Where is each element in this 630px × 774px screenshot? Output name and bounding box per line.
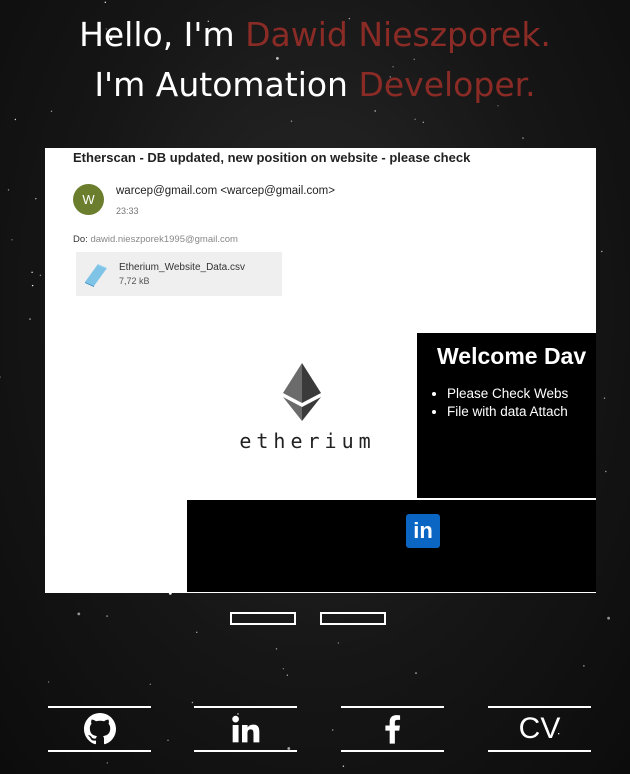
carousel-indicator-1[interactable]: [230, 612, 296, 625]
csv-file-icon: [85, 264, 107, 287]
star: [374, 110, 376, 112]
welcome-title: Welcome Dav: [437, 343, 587, 369]
star: [290, 120, 293, 122]
carousel-indicator-2[interactable]: [320, 612, 386, 625]
etherium-logo-text: etherium: [239, 429, 376, 453]
star: [275, 648, 278, 650]
star: [342, 765, 345, 767]
ethereum-logo-icon: [283, 363, 321, 421]
recipient-address: dawid.nieszporek1995@gmail.com: [90, 234, 238, 245]
email-time: 23:33: [116, 206, 139, 216]
linkedin-button[interactable]: [194, 706, 297, 752]
star: [282, 668, 285, 670]
cv-label: CV: [518, 712, 561, 745]
star: [50, 110, 53, 113]
star: [31, 271, 33, 273]
star: [39, 274, 42, 276]
star: [601, 250, 603, 253]
hero-heading: Hello, I'm Dawid Nieszporek. I'm Automat…: [0, 10, 630, 110]
hero-role: Developer.: [358, 65, 536, 104]
carousel-slide[interactable]: Etherscan - DB updated, new position on …: [45, 148, 596, 593]
welcome-list: Please Check Webs File with data Attach: [429, 385, 568, 421]
star: [332, 729, 334, 731]
star: [106, 762, 109, 764]
star: [0, 376, 1, 378]
star: [337, 642, 340, 644]
attachment-size: 7,72 kB: [119, 276, 150, 286]
star: [167, 739, 169, 741]
star: [14, 118, 17, 121]
star: [607, 616, 610, 620]
linkedin-banner: in: [187, 500, 596, 592]
hero-name: Dawid Nieszporek.: [245, 15, 551, 54]
star: [415, 672, 417, 674]
hero-greeting-text: Hello, I'm: [79, 15, 246, 54]
hero-line-greeting: Hello, I'm Dawid Nieszporek.: [0, 10, 630, 60]
recipient-label: Do:: [73, 234, 88, 245]
attachment-filename: Etherium_Website_Data.csv: [119, 262, 245, 273]
welcome-list-item: File with data Attach: [447, 403, 568, 421]
star: [286, 674, 289, 676]
star: [422, 121, 424, 124]
star: [104, 1, 107, 3]
email-attachment: Etherium_Website_Data.csv 7,72 kB: [76, 252, 282, 296]
hero-role-prefix: I'm Automation: [94, 65, 359, 104]
sender-avatar: W: [73, 184, 104, 215]
star: [106, 615, 108, 617]
star: [29, 318, 31, 320]
cv-button[interactable]: CV: [488, 706, 591, 752]
star: [414, 118, 416, 121]
star: [31, 284, 34, 287]
email-recipient: Do: dawid.nieszporek1995@gmail.com: [73, 234, 238, 245]
star: [583, 665, 585, 667]
github-button[interactable]: [48, 706, 151, 752]
star: [77, 612, 81, 616]
star: [603, 397, 606, 399]
star: [11, 239, 13, 241]
star: [522, 137, 524, 139]
star: [149, 683, 151, 685]
star: [196, 631, 198, 633]
email-subject: Etherscan - DB updated, new position on …: [73, 150, 471, 165]
welcome-list-item: Please Check Webs: [447, 385, 568, 403]
star: [35, 198, 37, 200]
star: [605, 470, 607, 473]
star: [47, 681, 50, 683]
star: [7, 189, 10, 191]
linkedin-icon: [231, 715, 259, 743]
star: [191, 701, 194, 704]
github-icon: [83, 713, 116, 745]
welcome-panel: Welcome Dav Please Check Webs File with …: [417, 333, 596, 498]
hero-line-role: I'm Automation Developer.: [0, 60, 630, 110]
email-sender: warcep@gmail.com <warcep@gmail.com>: [116, 185, 335, 197]
facebook-icon: [384, 715, 400, 744]
linkedin-badge-icon: in: [406, 514, 440, 548]
facebook-button[interactable]: [341, 706, 444, 752]
